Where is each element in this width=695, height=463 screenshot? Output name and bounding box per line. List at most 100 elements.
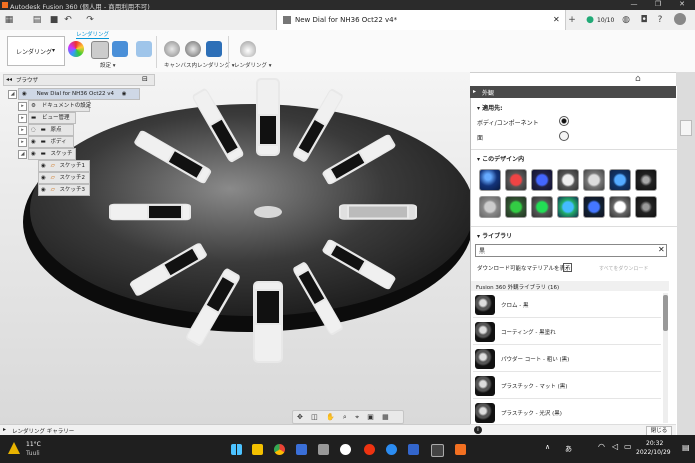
visibility-icon[interactable]: ◉: [31, 139, 36, 145]
start-button[interactable]: [231, 444, 242, 455]
expand-icon[interactable]: ▸: [18, 126, 27, 135]
grid-icon[interactable]: ▦: [382, 413, 389, 421]
library-folder[interactable]: Fusion 360 外観ライブラリ (16): [471, 281, 669, 291]
weather-icon[interactable]: [8, 442, 20, 454]
collapse-icon[interactable]: ◂◂: [6, 76, 12, 83]
app-icon[interactable]: [408, 444, 419, 455]
appearance-swatch[interactable]: [531, 196, 553, 218]
rendering-gallery-label[interactable]: レンダリング ギャラリー: [12, 427, 74, 435]
appearance-swatch[interactable]: [583, 196, 605, 218]
browser-item-sketch[interactable]: ◉ ▱ スケッチ3: [38, 184, 90, 196]
library-header[interactable]: ▾ ライブラリ: [477, 231, 512, 240]
pin-icon[interactable]: ⊟: [142, 75, 148, 83]
appearance-swatch[interactable]: [583, 169, 605, 191]
app-icon[interactable]: [296, 444, 307, 455]
volume-icon[interactable]: ◁: [612, 442, 618, 451]
clear-search-icon[interactable]: ✕: [658, 245, 665, 254]
zoom-icon[interactable]: ⌕: [343, 413, 347, 421]
expand-icon[interactable]: ◢: [8, 90, 17, 99]
opera-icon[interactable]: [364, 444, 375, 455]
settings-group-label[interactable]: 設定 ▾: [100, 61, 116, 69]
undo-icon[interactable]: ↶: [62, 14, 74, 26]
expand-icon[interactable]: ▸: [18, 114, 27, 123]
clock-time[interactable]: 20:32: [646, 440, 663, 447]
scrollbar-thumb[interactable]: [663, 295, 668, 331]
browser-item-bodies[interactable]: ◉ ▬ ボディ: [28, 136, 74, 148]
workspace-switcher[interactable]: レンダリング ▾: [7, 36, 65, 66]
visibility-icon[interactable]: ◌: [31, 127, 36, 133]
apply-to-header[interactable]: ▾ 適用先:: [477, 103, 503, 112]
app-icon[interactable]: [431, 444, 444, 457]
browser-item-document-settings[interactable]: ⚙ ドキュメントの設定: [28, 100, 91, 112]
account-icon[interactable]: ◍: [620, 14, 632, 26]
library-item[interactable]: パウダー コート - 粗い (黒): [473, 347, 661, 372]
visibility-icon[interactable]: ◉: [31, 151, 36, 157]
decal-icon[interactable]: [136, 41, 152, 57]
appearance-swatch[interactable]: [505, 169, 527, 191]
clock-date[interactable]: 2022/10/29: [636, 449, 671, 456]
battery-icon[interactable]: ▭: [624, 442, 632, 451]
home-view-icon[interactable]: ⌂: [635, 74, 641, 84]
appearance-swatch[interactable]: [609, 196, 631, 218]
scene-settings-icon[interactable]: [91, 41, 109, 59]
app-icon[interactable]: [386, 444, 397, 455]
appearance-swatch[interactable]: [635, 196, 657, 218]
render-teapot-icon[interactable]: [240, 41, 256, 57]
file-explorer-icon[interactable]: [252, 444, 263, 455]
visibility-icon[interactable]: ◉: [41, 187, 46, 193]
expand-icon[interactable]: ◢: [18, 150, 27, 159]
look-at-icon[interactable]: ◫: [311, 413, 318, 421]
new-tab-icon[interactable]: +: [566, 14, 578, 26]
apply-face-radio[interactable]: [559, 131, 569, 141]
redo-icon[interactable]: ↷: [84, 14, 96, 26]
expand-icon[interactable]: ▸: [18, 138, 27, 147]
appearance-swatch[interactable]: [635, 169, 657, 191]
download-all-link[interactable]: すべてをダウンロード: [599, 265, 648, 272]
app-icon[interactable]: [318, 444, 329, 455]
help-icon[interactable]: ?: [654, 14, 666, 26]
appearance-swatch[interactable]: [531, 169, 553, 191]
minimize-button[interactable]: —: [626, 0, 642, 8]
appearance-swatch[interactable]: [557, 169, 579, 191]
browser-item-origin[interactable]: ◌ ▬ 原点: [28, 124, 74, 136]
tab-rendering[interactable]: レンダリング: [76, 30, 110, 39]
fusion-taskbar-icon[interactable]: [455, 444, 466, 455]
render-group-label[interactable]: レンダリング ▾: [234, 61, 272, 69]
file-menu-icon[interactable]: ▤: [30, 14, 44, 26]
appearance-swatch[interactable]: [505, 196, 527, 218]
in-canvas-settings-icon[interactable]: [185, 41, 201, 57]
maximize-button[interactable]: ❐: [650, 0, 666, 8]
browser-root[interactable]: ◉ New Dial for NH36 Oct22 v4 ◉: [18, 88, 140, 100]
wifi-icon[interactable]: ◠: [598, 442, 605, 451]
document-tab[interactable]: New Dial for NH36 Oct22 v4* ✕: [276, 10, 566, 30]
browser-item-named-views[interactable]: ▬ ビュー管理: [28, 112, 76, 124]
library-item[interactable]: コーティング - 黒塗れ: [473, 320, 661, 345]
download-checkbox[interactable]: ✓: [563, 263, 572, 272]
close-button[interactable]: ✕: [674, 0, 690, 8]
library-scrollbar[interactable]: [663, 293, 668, 423]
texture-map-icon[interactable]: [112, 41, 128, 57]
appearance-swatch[interactable]: [479, 196, 501, 218]
search-input[interactable]: 黒 ✕: [475, 244, 667, 257]
grid-menu-icon[interactable]: ▦: [3, 14, 15, 26]
library-item[interactable]: クロム - 黒: [473, 293, 661, 318]
browser-item-sketches[interactable]: ◉ ▬ スケッチ: [28, 148, 76, 160]
in-canvas-render-icon[interactable]: [164, 41, 180, 57]
info-icon[interactable]: i: [474, 426, 482, 434]
library-item[interactable]: プラスチック - 光沢 (黒): [473, 401, 661, 426]
visibility-icon[interactable]: ◉: [41, 163, 46, 169]
notifications-icon[interactable]: ◘: [638, 14, 650, 26]
appearance-swatch[interactable]: [609, 169, 631, 191]
appearance-swatch[interactable]: [557, 196, 579, 218]
appearance-swatch[interactable]: [479, 169, 501, 191]
ime-label[interactable]: あ: [565, 444, 572, 454]
browser-item-sketch[interactable]: ◉ ▱ スケッチ1: [38, 160, 90, 172]
job-status-icon[interactable]: ●: [584, 14, 596, 26]
tray-icons[interactable]: ∧: [545, 443, 550, 451]
library-item[interactable]: プラスチック - マット (黒): [473, 374, 661, 399]
expand-gallery-icon[interactable]: ▸: [3, 426, 6, 433]
in-design-header[interactable]: ▾ このデザイン内: [477, 154, 524, 163]
pan-icon[interactable]: ✋: [326, 413, 335, 421]
collapse-icon[interactable]: ▸: [473, 88, 476, 95]
browser-item-sketch[interactable]: ◉ ▱ スケッチ2: [38, 172, 90, 184]
